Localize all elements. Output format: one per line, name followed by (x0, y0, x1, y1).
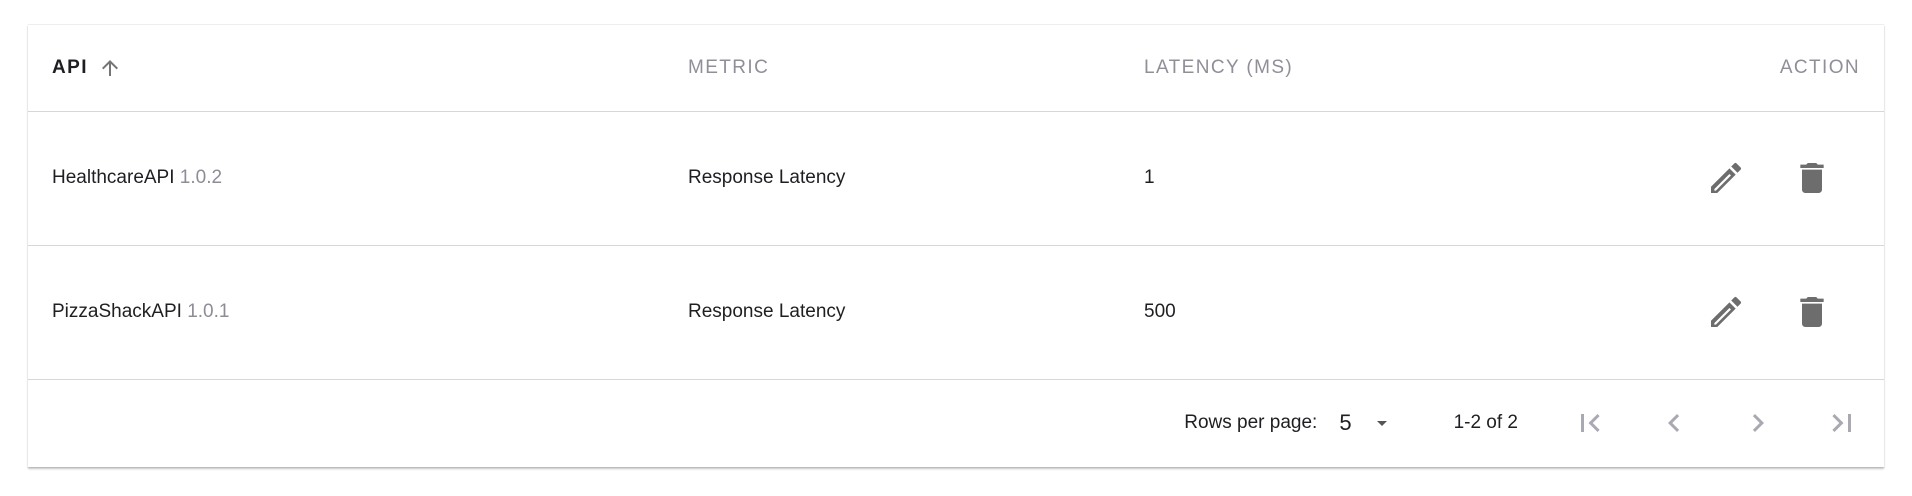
delete-button[interactable] (1790, 156, 1834, 200)
latency-cell: 500 (1144, 301, 1176, 322)
first-page-button[interactable] (1568, 401, 1612, 445)
table-header-row: API METRIC LATENCY (MS) ACTION (28, 25, 1884, 111)
arrow-up-icon (98, 56, 122, 80)
edit-icon (1711, 162, 1742, 193)
alerts-table-card: API METRIC LATENCY (MS) ACTION Healthcar… (28, 24, 1884, 467)
dropdown-arrow-icon (1376, 420, 1387, 426)
latency-cell: 1 (1144, 167, 1155, 188)
delete-icon (1800, 163, 1824, 193)
action-cell (1664, 111, 1884, 245)
previous-page-button[interactable] (1652, 401, 1696, 445)
column-header-api[interactable]: API (28, 25, 688, 111)
column-header-latency: LATENCY (MS) (1144, 56, 1294, 78)
table-row: PizzaShackAPI 1.0.1 Response Latency 500 (28, 245, 1884, 379)
page-range-label: 1-2 of 2 (1453, 411, 1518, 433)
last-page-icon (1832, 413, 1851, 432)
next-page-icon (1752, 413, 1764, 432)
next-page-button[interactable] (1736, 401, 1780, 445)
action-cell (1664, 245, 1884, 379)
edit-button[interactable] (1704, 156, 1748, 200)
column-header-action: ACTION (1779, 56, 1860, 78)
sort-by-api-button[interactable]: API (52, 56, 122, 80)
previous-page-icon (1668, 413, 1680, 432)
table-row: HealthcareAPI 1.0.2 Response Latency 1 (28, 111, 1884, 245)
rows-per-page-value: 5 (1339, 409, 1352, 435)
column-header-metric: METRIC (688, 56, 770, 78)
last-page-button[interactable] (1820, 401, 1864, 445)
api-cell: HealthcareAPI 1.0.2 (28, 111, 688, 245)
delete-button[interactable] (1790, 290, 1834, 334)
api-name: HealthcareAPI (52, 167, 175, 188)
table-pagination: Rows per page: 5 1-2 of 2 (28, 380, 1884, 466)
api-name: PizzaShackAPI (52, 301, 182, 322)
metric-cell: Response Latency (688, 301, 846, 322)
latency-alerts-table: API METRIC LATENCY (MS) ACTION Healthcar… (28, 25, 1884, 380)
first-page-icon (1581, 413, 1600, 432)
api-version: 1.0.2 (179, 167, 223, 188)
edit-icon (1711, 296, 1742, 327)
rows-per-page-select[interactable]: 5 (1339, 410, 1393, 436)
rows-per-page-label: Rows per page: (1184, 411, 1318, 433)
delete-icon (1800, 297, 1824, 327)
column-header-api-label: API (52, 56, 88, 78)
api-cell: PizzaShackAPI 1.0.1 (28, 245, 688, 379)
metric-cell: Response Latency (688, 167, 846, 188)
pager-controls (1568, 401, 1864, 445)
edit-button[interactable] (1704, 290, 1748, 334)
api-version: 1.0.1 (187, 301, 230, 322)
